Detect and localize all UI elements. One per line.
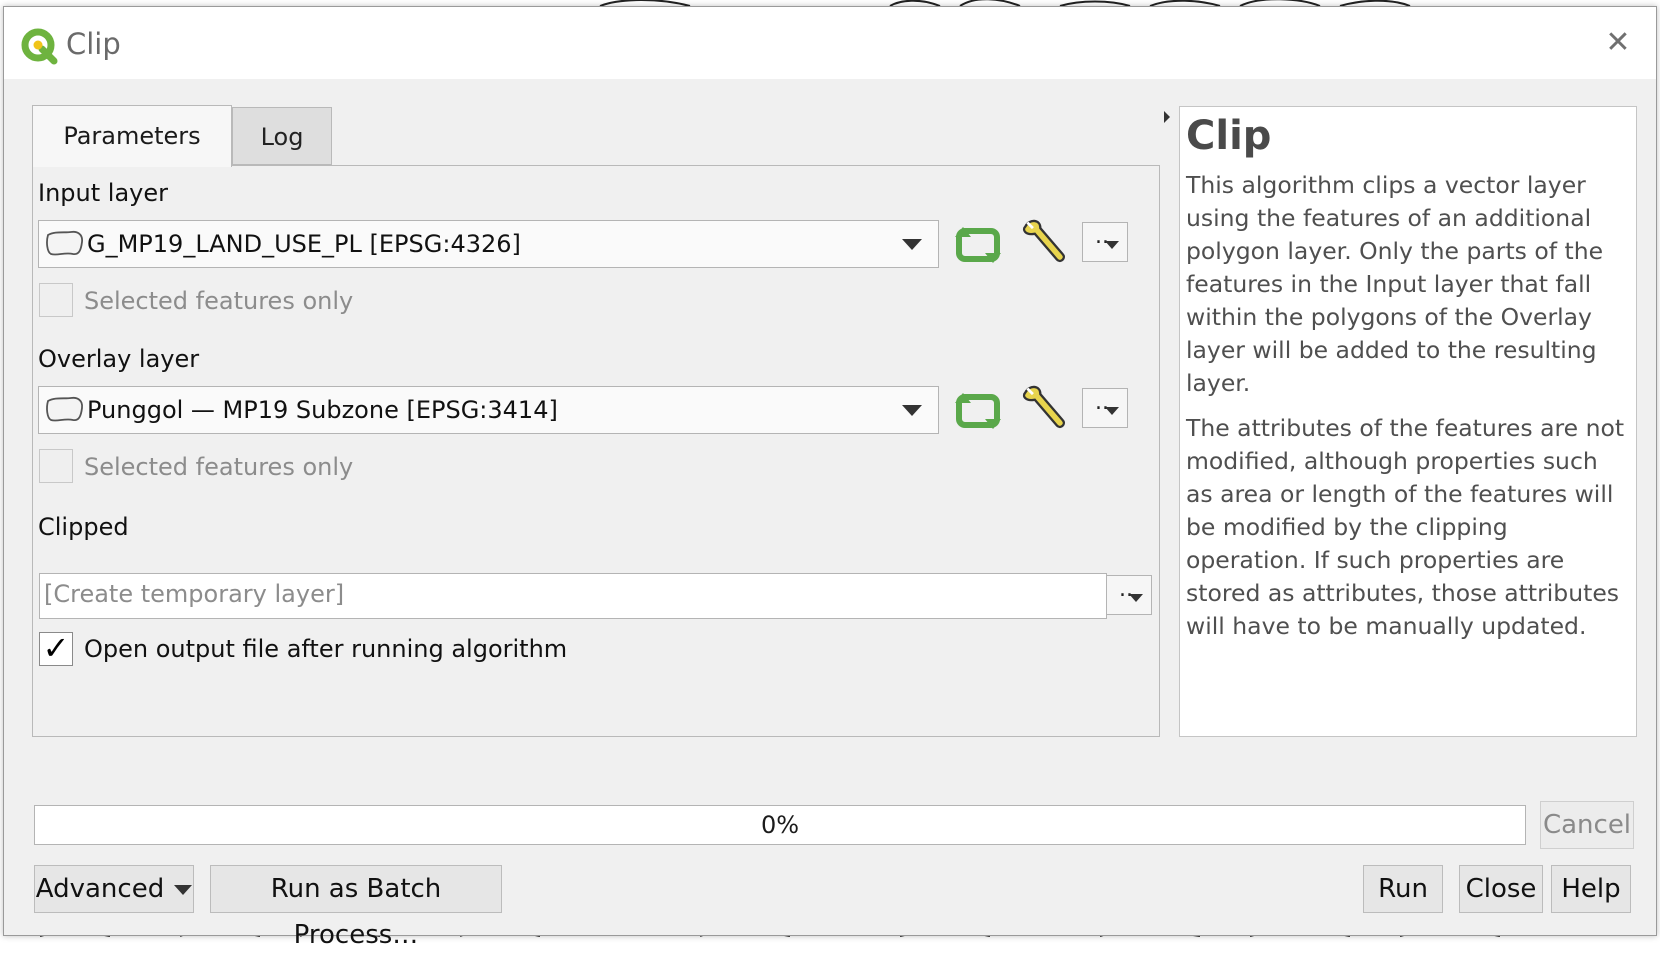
polygon-layer-icon <box>46 230 83 256</box>
tab-log[interactable]: Log <box>232 107 332 165</box>
run-button[interactable]: Run <box>1363 865 1443 913</box>
open-output-checkbox[interactable]: ✓ <box>39 632 73 666</box>
splitter-handle[interactable] <box>1164 111 1170 123</box>
open-output-label: Open output file after running algorithm <box>84 635 568 663</box>
input-layer-combobox[interactable]: G_MP19_LAND_USE_PL [EPSG:4326] <box>38 220 939 268</box>
clipped-label: Clipped <box>38 513 129 541</box>
close-button[interactable]: Close <box>1459 865 1543 913</box>
progress-bar: 0% <box>34 805 1526 845</box>
input-selected-only-label: Selected features only <box>84 287 354 315</box>
clipped-output-options-button[interactable]: .. <box>1106 575 1152 615</box>
wrench-icon[interactable] <box>1016 217 1074 269</box>
input-layer-options-button[interactable]: .. <box>1082 222 1128 262</box>
chevron-down-icon <box>1105 241 1119 249</box>
cancel-button[interactable]: Cancel <box>1540 801 1634 849</box>
overlay-layer-options-button[interactable]: .. <box>1082 388 1128 428</box>
input-selected-only-checkbox[interactable] <box>39 283 73 317</box>
tab-parameters[interactable]: Parameters <box>32 105 232 167</box>
clipped-output-field[interactable]: [Create temporary layer] <box>39 573 1107 619</box>
algorithm-help-panel: Clip This algorithm clips a vector layer… <box>1179 106 1637 737</box>
chevron-down-icon <box>1129 594 1143 602</box>
overlay-selected-only-label: Selected features only <box>84 453 354 481</box>
chevron-down-icon <box>902 239 922 250</box>
iterate-icon[interactable] <box>949 385 1007 437</box>
chevron-down-icon <box>1105 407 1119 415</box>
advanced-button[interactable]: Advanced <box>34 865 194 913</box>
help-paragraph-1: This algorithm clips a vector layer usin… <box>1186 171 1604 397</box>
qgis-logo-icon <box>21 28 58 65</box>
overlay-layer-value: Punggol — MP19 Subzone [EPSG:3414] <box>87 396 558 424</box>
overlay-layer-combobox[interactable]: Punggol — MP19 Subzone [EPSG:3414] <box>38 386 939 434</box>
overlay-selected-only-checkbox[interactable] <box>39 449 73 483</box>
close-window-icon[interactable]: ✕ <box>1594 21 1642 65</box>
help-title: Clip <box>1186 113 1272 159</box>
clip-dialog: Clip ✕ Parameters Log Input layer G_MP19… <box>3 6 1657 950</box>
advanced-button-label: Advanced <box>35 874 165 904</box>
help-button[interactable]: Help <box>1551 865 1631 913</box>
help-paragraph-2: The attributes of the features are not m… <box>1186 414 1625 640</box>
title-bar: Clip ✕ <box>4 7 1656 79</box>
window-title: Clip <box>66 27 121 61</box>
overlay-layer-label: Overlay layer <box>38 345 200 373</box>
input-layer-label: Input layer <box>38 179 168 207</box>
input-layer-value: G_MP19_LAND_USE_PL [EPSG:4326] <box>87 230 521 258</box>
chevron-down-icon <box>902 405 922 416</box>
chevron-down-icon <box>174 884 193 895</box>
run-as-batch-button[interactable]: Run as Batch Process… <box>210 865 502 950</box>
wrench-icon[interactable] <box>1016 383 1074 435</box>
polygon-layer-icon <box>46 396 83 422</box>
iterate-icon[interactable] <box>949 219 1007 271</box>
